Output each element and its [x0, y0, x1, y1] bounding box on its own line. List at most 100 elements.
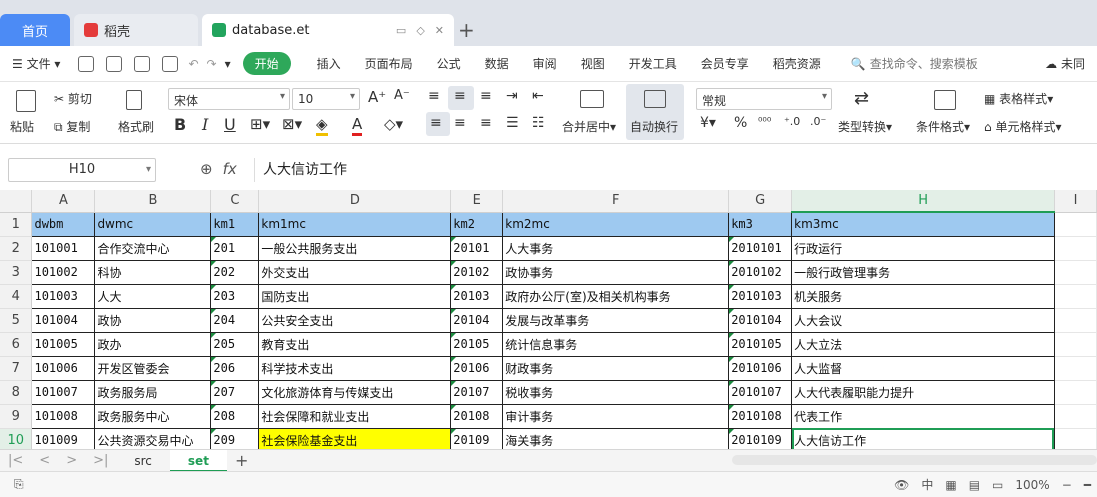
cell[interactable]: 人大信访工作	[791, 428, 1055, 450]
tab-insert[interactable]: 插入	[305, 55, 353, 72]
name-box[interactable]: H10	[8, 158, 156, 182]
cell[interactable]	[1054, 308, 1097, 333]
prev-sheet-icon[interactable]: <	[39, 453, 50, 468]
fill-color-icon[interactable]: ◈	[316, 115, 328, 136]
tab-data[interactable]: 数据	[473, 55, 521, 72]
format-painter-button[interactable]: 格式刷	[118, 118, 154, 135]
cell[interactable]: 海关事务	[502, 428, 730, 450]
align-bottom-icon[interactable]: ≡	[480, 88, 492, 104]
cell[interactable]: 2010106	[728, 356, 793, 381]
justify-icon[interactable]: ☰	[506, 115, 519, 131]
copy-button[interactable]: ⧉ 复制	[54, 118, 90, 135]
cell[interactable]: 公共安全支出	[258, 308, 452, 333]
row-header[interactable]: 4	[0, 284, 33, 309]
next-sheet-icon[interactable]: >	[66, 453, 77, 468]
file-menu[interactable]: ☰ 文件 ▾	[0, 55, 72, 72]
italic-icon[interactable]: I	[202, 115, 208, 134]
cond-format-button[interactable]: 条件格式▾	[916, 118, 970, 135]
column-header-d[interactable]: D	[258, 190, 452, 213]
cell[interactable]: 20108	[450, 404, 504, 429]
cell[interactable]: 国防支出	[258, 284, 452, 309]
cell[interactable]: 101003	[31, 284, 96, 309]
cell[interactable]: 201	[210, 236, 260, 261]
merge-center-button[interactable]: 合并居中▾	[562, 118, 616, 135]
cell[interactable]: km2	[450, 212, 504, 237]
cell[interactable]: 209	[210, 428, 260, 450]
font-shrink-icon[interactable]: A⁻	[394, 88, 410, 103]
orientation-icon[interactable]: ⇤	[532, 88, 544, 104]
cell[interactable]: 101004	[31, 308, 96, 333]
tab-start[interactable]: 开始	[242, 52, 291, 75]
cell[interactable]: 2010109	[728, 428, 793, 450]
cell[interactable]: 人大会议	[791, 308, 1055, 333]
column-header-h[interactable]: H	[791, 190, 1055, 213]
cell[interactable]: 行政运行	[791, 236, 1055, 261]
cell[interactable]: 101008	[31, 404, 96, 429]
cell[interactable]: 101001	[31, 236, 96, 261]
cell[interactable]: 204	[210, 308, 260, 333]
cell[interactable]: km1	[210, 212, 260, 237]
cell[interactable]	[1054, 236, 1097, 261]
column-header-b[interactable]: B	[94, 190, 212, 213]
cell[interactable]: 20103	[450, 284, 504, 309]
cell[interactable]: 20102	[450, 260, 504, 285]
cond-format-icon[interactable]	[934, 90, 956, 110]
cell[interactable]: 审计事务	[502, 404, 730, 429]
cell[interactable]: 208	[210, 404, 260, 429]
align-left-icon[interactable]: ≡	[430, 115, 442, 131]
cell[interactable]: 2010108	[728, 404, 793, 429]
window-icon[interactable]: ▭	[396, 24, 406, 37]
cell[interactable]: 人大	[94, 284, 212, 309]
cell[interactable]: 206	[210, 356, 260, 381]
cell[interactable]: 2010105	[728, 332, 793, 357]
cell[interactable]: 2010104	[728, 308, 793, 333]
distribute-icon[interactable]: ☷	[532, 115, 545, 131]
underline-icon[interactable]: U	[224, 115, 236, 134]
redo-icon[interactable]: ↷	[203, 57, 221, 71]
tab-daoke-resources[interactable]: 稻壳资源	[761, 55, 833, 72]
zoom-out-icon[interactable]: −	[1062, 478, 1072, 492]
cell[interactable]: 人大代表履职能力提升	[791, 380, 1055, 405]
cell[interactable]: 203	[210, 284, 260, 309]
align-top-icon[interactable]: ≡	[428, 88, 440, 104]
tab-home[interactable]: 首页	[0, 14, 70, 46]
cell[interactable]: km3mc	[791, 212, 1055, 237]
cell[interactable]: 20101	[450, 236, 504, 261]
align-middle-icon[interactable]: ≡	[454, 88, 466, 104]
tab-developer[interactable]: 开发工具	[617, 55, 689, 72]
cell[interactable]: 外交支出	[258, 260, 452, 285]
tab-database[interactable]: database.et ▭ ◇ ✕	[202, 14, 454, 46]
sheet-tab-set[interactable]: set	[169, 449, 227, 472]
cell[interactable]: 财政事务	[502, 356, 730, 381]
undo-icon[interactable]: ↶	[184, 57, 202, 71]
cell[interactable]: 税收事务	[502, 380, 730, 405]
cell[interactable]: 社会保障和就业支出	[258, 404, 452, 429]
cell[interactable]: 101002	[31, 260, 96, 285]
cell[interactable]	[1054, 428, 1097, 450]
row-header[interactable]: 7	[0, 356, 33, 381]
first-sheet-icon[interactable]: |<	[8, 453, 23, 468]
tab-formula[interactable]: 公式	[425, 55, 473, 72]
cell[interactable]: 一般公共服务支出	[258, 236, 452, 261]
cell[interactable]	[1054, 380, 1097, 405]
cell-style-button[interactable]: ⌂ 单元格样式▾	[984, 118, 1062, 135]
row-header[interactable]: 2	[0, 236, 33, 261]
export-icon[interactable]	[106, 55, 123, 72]
cell[interactable]: 2010107	[728, 380, 793, 405]
cell[interactable]: 20104	[450, 308, 504, 333]
cell[interactable]: 政办	[94, 332, 212, 357]
cell[interactable]: 公共资源交易中心	[94, 428, 212, 450]
indent-icon[interactable]: ⇥	[506, 88, 518, 104]
percent-icon[interactable]: %	[734, 115, 747, 131]
row-header[interactable]: 8	[0, 380, 33, 405]
decrease-decimal-icon[interactable]: .0⁻	[810, 115, 826, 128]
cell[interactable]: 发展与改革事务	[502, 308, 730, 333]
align-right-icon[interactable]: ≡	[480, 115, 492, 131]
cell[interactable]: 文化旅游体育与传媒支出	[258, 380, 452, 405]
cell[interactable]: 教育支出	[258, 332, 452, 357]
cell[interactable]: 政府办公厅(室)及相关机构事务	[502, 284, 730, 309]
sheet-tab-src[interactable]: src	[116, 450, 170, 472]
cut-button[interactable]: ✂ 剪切	[54, 90, 92, 107]
font-name-select[interactable]: 宋体	[168, 88, 290, 110]
cell[interactable]: 20107	[450, 380, 504, 405]
